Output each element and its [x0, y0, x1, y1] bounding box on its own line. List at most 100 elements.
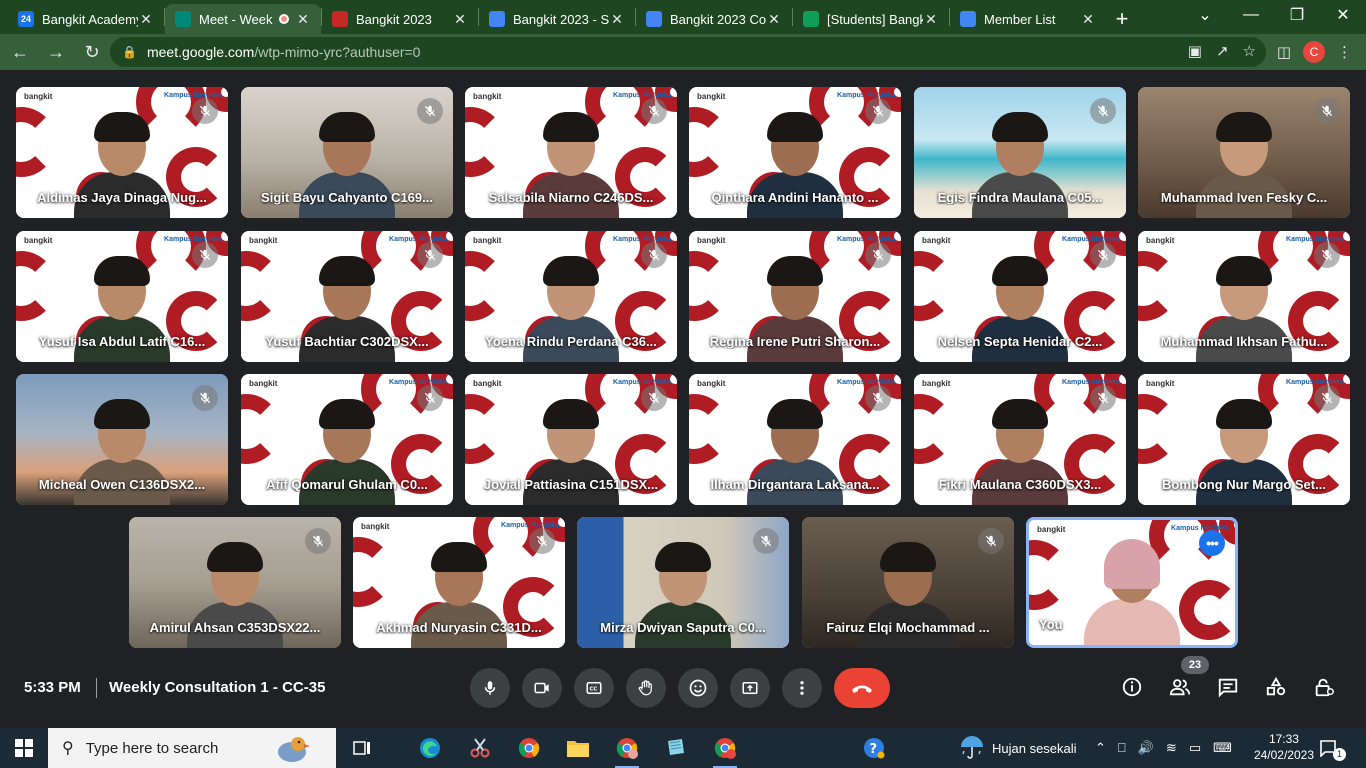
notification-center-button[interactable]: 1 — [1319, 728, 1352, 768]
participant-tile[interactable]: bangkit Kampus Merdeka Yusuf Bachtiar C302… — [241, 231, 453, 362]
share-icon[interactable]: ↗ — [1216, 42, 1229, 60]
browser-menu-icon[interactable]: ⋮ — [1337, 43, 1352, 61]
taskbar-search-box[interactable]: ⚲ Type here to search — [48, 728, 336, 768]
participant-tile[interactable]: bangkit Kampus Merdeka Fikri Maulana C360D… — [914, 374, 1126, 505]
close-tab-icon[interactable]: ✕ — [452, 11, 468, 28]
profile-avatar[interactable]: C — [1303, 41, 1325, 63]
snipping-tool-icon[interactable] — [466, 734, 494, 762]
recording-indicator-icon — [279, 14, 289, 24]
address-bar[interactable]: 🔒 meet.google.com/wtp-mimo-yrc?authuser=… — [110, 37, 1266, 67]
meeting-details-button[interactable] — [1119, 674, 1145, 700]
wifi-icon[interactable]: ≋ — [1166, 740, 1177, 756]
participant-name: Yusuf Bachtiar C302DSX... — [265, 334, 429, 349]
bookmark-star-icon[interactable]: ☆ — [1243, 42, 1256, 60]
browser-tab[interactable]: Bangkit 2023 Co ✕ — [636, 4, 792, 34]
emoji-reaction-button[interactable] — [678, 668, 718, 708]
chrome-icon[interactable] — [515, 734, 543, 762]
people-icon — [960, 11, 976, 27]
close-tab-icon[interactable]: ✕ — [609, 11, 625, 28]
participant-tile[interactable]: Muhammad Iven Fesky C... — [1138, 87, 1350, 218]
participant-tile[interactable]: Amirul Ahsan C353DSX22... — [129, 517, 341, 648]
show-hidden-icons-icon[interactable]: ⌃ — [1095, 740, 1106, 756]
participant-tile[interactable]: bangkit Kampus Merdeka Bombong Nur Margo S… — [1138, 374, 1350, 505]
browser-tab[interactable]: Bangkit 2023 ✕ — [322, 4, 478, 34]
browser-tab[interactable]: Member List ✕ — [950, 4, 1106, 34]
self-more-options-button[interactable]: ••• — [1199, 530, 1225, 556]
microphone-button[interactable] — [470, 668, 510, 708]
search-placeholder: Type here to search — [85, 739, 219, 757]
participant-tile[interactable]: Micheal Owen C136DSX2... — [16, 374, 228, 505]
help-icon[interactable]: ? — [860, 734, 888, 762]
browser-tab[interactable]: [Students] Bangk ✕ — [793, 4, 949, 34]
weather-widget[interactable]: Hujan sesekali — [958, 728, 1077, 768]
participant-tile[interactable]: Sigit Bayu Cahyanto C169... — [241, 87, 453, 218]
back-icon[interactable]: ← — [4, 36, 36, 68]
participant-tile[interactable]: bangkit Kampus Merdeka Salsabila Niarno C2… — [465, 87, 677, 218]
chrome-profile-c-icon[interactable] — [711, 734, 739, 768]
muted-mic-icon — [865, 385, 891, 411]
browser-tab[interactable]: 24 Bangkit Academy ✕ — [8, 4, 164, 34]
file-explorer-icon[interactable] — [564, 734, 592, 762]
chrome-profile-icon[interactable] — [613, 734, 641, 768]
tab-search-icon[interactable]: ⌄ — [1182, 0, 1228, 30]
kampus-merdeka-logo: Kampus Merdeka — [501, 522, 559, 529]
captions-button[interactable]: CC — [574, 668, 614, 708]
kampus-merdeka-logo: Kampus Merdeka — [1062, 236, 1120, 243]
task-view-icon[interactable] — [348, 734, 376, 762]
self-view-tile[interactable]: bangkit Kampus Merdeka ••• You — [1026, 517, 1238, 648]
taskbar-clock[interactable]: 17:33 24/02/2023 — [1254, 731, 1314, 763]
close-tab-icon[interactable]: ✕ — [1080, 11, 1096, 28]
volume-icon[interactable]: 🔊 — [1138, 740, 1154, 756]
start-button[interactable] — [0, 728, 48, 768]
participant-tile[interactable]: bangkit Kampus Merdeka Akhmad Nuryasin C33… — [353, 517, 565, 648]
people-button[interactable] — [1167, 674, 1193, 700]
close-window-icon[interactable]: ✕ — [1320, 0, 1366, 30]
participant-count-badge: 23 — [1181, 656, 1209, 674]
close-tab-icon[interactable]: ✕ — [923, 11, 939, 28]
participant-tile[interactable]: bangkit Kampus Merdeka Qinthara Andini Han… — [689, 87, 901, 218]
edge-browser-icon[interactable] — [416, 734, 444, 762]
bangkit-logo: bangkit — [24, 92, 53, 101]
new-tab-button[interactable]: + — [1106, 4, 1138, 34]
leave-call-button[interactable] — [834, 668, 890, 708]
chat-button[interactable] — [1215, 674, 1241, 700]
participant-tile[interactable]: bangkit Kampus Merdeka Jovial Pattiasina C… — [465, 374, 677, 505]
participant-tile[interactable]: bangkit Kampus Merdeka Aldimas Jaya Dinaga… — [16, 87, 228, 218]
battery-icon[interactable]: ▭ — [1189, 740, 1201, 756]
bangkit-logo: bangkit — [922, 379, 951, 388]
participant-tile[interactable]: Mirza Dwiyan Saputra C0... — [577, 517, 789, 648]
more-options-button[interactable] — [782, 668, 822, 708]
host-controls-button[interactable] — [1311, 674, 1337, 700]
activities-button[interactable] — [1263, 674, 1289, 700]
participant-tile[interactable]: Fairuz Elqi Mochammad ... — [802, 517, 1014, 648]
participant-tile[interactable]: bangkit Kampus Merdeka Muhammad Ikhsan Fat… — [1138, 231, 1350, 362]
restore-icon[interactable]: ❐ — [1274, 0, 1320, 30]
keyboard-icon[interactable]: ⌨ — [1213, 740, 1232, 756]
muted-mic-icon — [529, 528, 555, 554]
camera-button[interactable] — [522, 668, 562, 708]
participant-tile[interactable]: bangkit Kampus Merdeka Yoena Rindu Perdana… — [465, 231, 677, 362]
participant-tile[interactable]: bangkit Kampus Merdeka Yusuf Isa Abdul Lat… — [16, 231, 228, 362]
minimize-icon[interactable]: — — [1228, 0, 1274, 30]
notes-app-icon[interactable] — [662, 734, 690, 762]
participant-tile[interactable]: bangkit Kampus Merdeka Regina Irene Putri … — [689, 231, 901, 362]
forward-icon[interactable]: → — [40, 36, 72, 68]
browser-tab[interactable]: Meet - Week ✕ — [165, 4, 321, 34]
info-icon — [1122, 677, 1142, 697]
participant-tile[interactable]: bangkit Kampus Merdeka Ilham Dirgantara La… — [689, 374, 901, 505]
meet-in-use-icon[interactable]: ⎕ — [1118, 740, 1126, 756]
participant-tile[interactable]: bangkit Kampus Merdeka Nelsen Septa Henida… — [914, 231, 1126, 362]
close-tab-icon[interactable]: ✕ — [295, 11, 311, 28]
browser-tab[interactable]: Bangkit 2023 - St ✕ — [479, 4, 635, 34]
close-tab-icon[interactable]: ✕ — [138, 11, 154, 28]
close-tab-icon[interactable]: ✕ — [766, 11, 782, 28]
participant-tile[interactable]: Egis Findra Maulana C05... — [914, 87, 1126, 218]
raise-hand-button[interactable] — [626, 668, 666, 708]
reload-icon[interactable]: ↻ — [76, 36, 108, 68]
participant-tile[interactable]: bangkit Kampus Merdeka Afif Qomarul Ghulam… — [241, 374, 453, 505]
bangkit-logo: bangkit — [361, 522, 390, 531]
side-panel-icon[interactable]: ◫ — [1277, 43, 1291, 61]
present-screen-button[interactable] — [730, 668, 770, 708]
search-highlight-bird-icon — [278, 737, 310, 762]
camera-in-use-icon[interactable]: ▣ — [1188, 42, 1202, 60]
